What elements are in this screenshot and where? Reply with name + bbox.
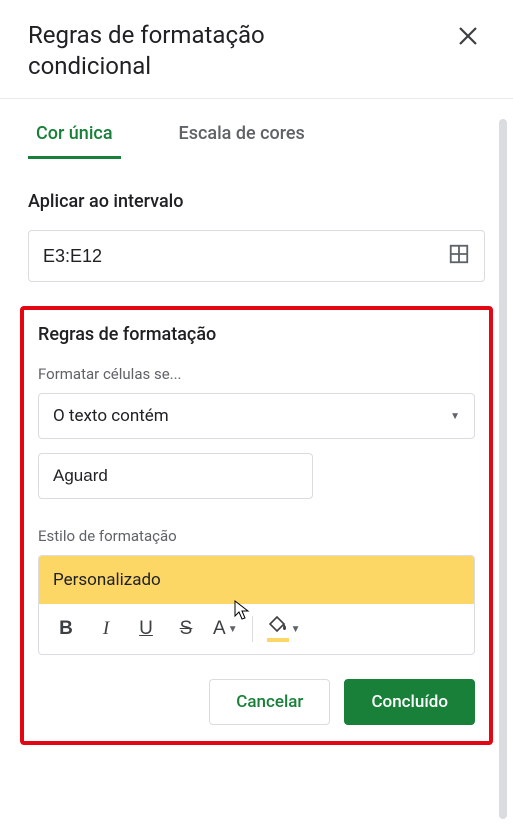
condition-dropdown[interactable]: O texto contém ▼ [38,393,475,439]
close-icon [459,27,477,45]
apply-range-section: Aplicar ao intervalo [0,191,513,282]
tabs: Cor única Escala de cores [0,111,513,159]
text-color-button[interactable]: A ▼ [209,618,242,640]
chevron-down-icon: ▼ [228,624,238,635]
grid-icon [448,243,470,265]
format-style-box: Personalizado B I U S A ▼ [38,555,475,655]
text-color-icon: A [213,618,226,640]
format-style-label: Estilo de formatação [38,527,475,545]
format-rules-title: Regras de formatação [38,324,475,345]
select-range-button[interactable] [448,243,470,269]
underline-button[interactable]: U [129,612,163,646]
fill-color-button[interactable]: ▼ [263,616,305,642]
fill-color-icon [267,616,289,642]
italic-button[interactable]: I [89,612,123,646]
done-button[interactable]: Concluído [344,679,475,725]
scrollbar[interactable] [499,119,507,819]
condition-selected-value: O texto contém [53,406,169,426]
tab-color-scale[interactable]: Escala de cores [171,111,313,159]
action-buttons: Cancelar Concluído [38,679,475,725]
panel-header: Regras de formatação condicional [0,0,513,99]
format-rules-highlight: Regras de formatação Formatar células se… [20,306,493,745]
formatting-toolbar: B I U S A ▼ ▼ [39,604,474,654]
toolbar-divider [252,616,253,642]
format-cells-if-label: Formatar células se... [38,365,475,383]
strikethrough-button[interactable]: S [169,612,203,646]
tab-single-color[interactable]: Cor única [28,111,121,159]
conditional-formatting-panel: Regras de formatação condicional Cor úni… [0,0,513,825]
style-preview[interactable]: Personalizado [39,556,474,604]
range-input[interactable] [43,246,448,267]
panel-title: Regras de formatação condicional [28,20,308,82]
range-input-wrapper[interactable] [28,230,485,282]
apply-range-label: Aplicar ao intervalo [28,191,485,212]
chevron-down-icon: ▼ [291,624,301,635]
chevron-down-icon: ▼ [450,411,460,422]
close-button[interactable] [451,20,485,56]
condition-value-input[interactable] [38,453,313,499]
bold-button[interactable]: B [49,612,83,646]
cancel-button[interactable]: Cancelar [209,679,330,725]
scroll-area: Cor única Escala de cores Aplicar ao int… [0,111,513,836]
